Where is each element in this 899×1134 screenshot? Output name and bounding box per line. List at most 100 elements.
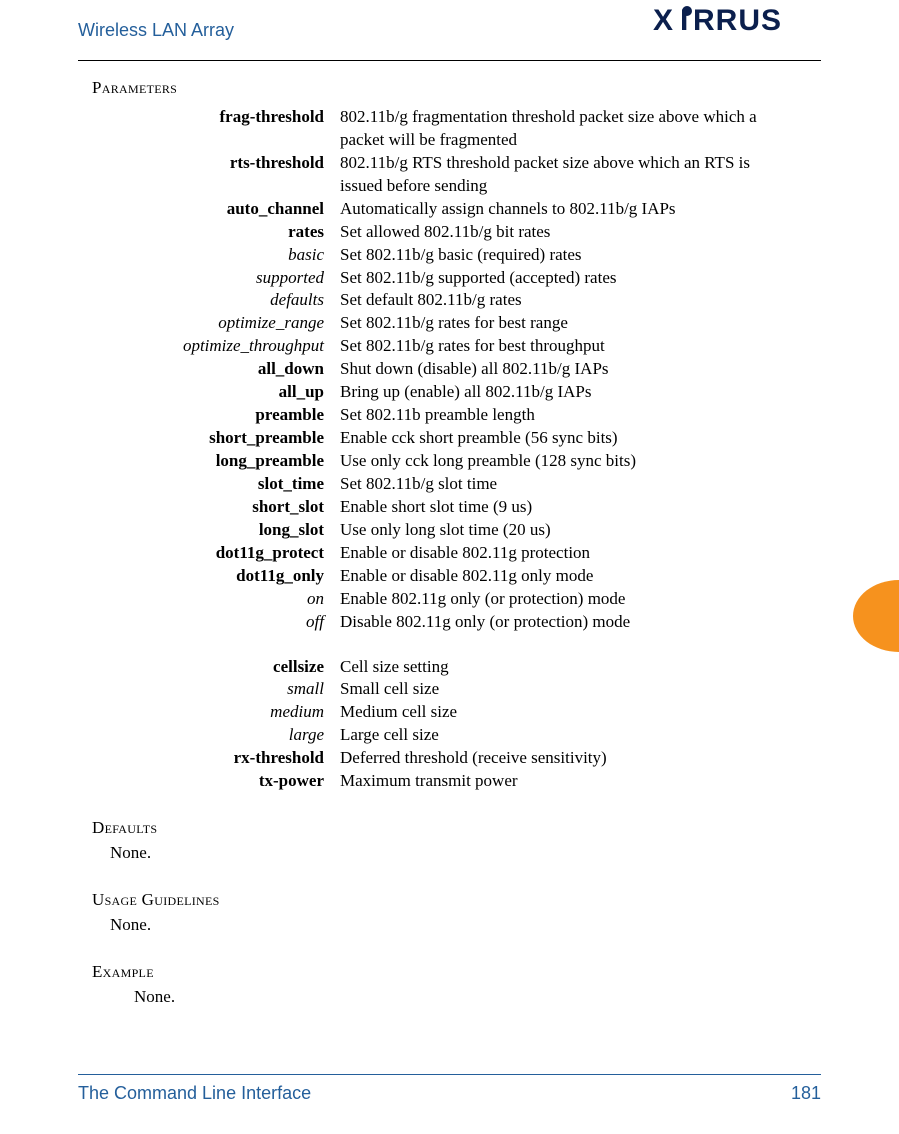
parameter-term: optimize_throughput [92, 335, 340, 358]
parameter-description: Set 802.11b/g rates for best throughput [340, 335, 792, 358]
parameter-description: Enable cck short preamble (56 sync bits) [340, 427, 792, 450]
parameter-term: optimize_range [92, 312, 340, 335]
parameter-term: off [92, 611, 340, 634]
parameter-term: all_up [92, 381, 340, 404]
parameter-row: smallSmall cell size [92, 678, 792, 701]
parameter-term: dot11g_protect [92, 542, 340, 565]
parameter-row: rts-threshold802.11b/g RTS threshold pac… [92, 152, 792, 198]
footer-page-number: 181 [791, 1081, 821, 1105]
parameter-row: slot_timeSet 802.11b/g slot time [92, 473, 792, 496]
page-footer: The Command Line Interface 181 [78, 1074, 821, 1106]
parameter-description: Enable short slot time (9 us) [340, 496, 792, 519]
parameter-description: Set 802.11b/g supported (accepted) rates [340, 267, 792, 290]
parameters-table: frag-threshold802.11b/g fragmentation th… [92, 106, 792, 793]
parameter-term: long_preamble [92, 450, 340, 473]
parameter-term: short_slot [92, 496, 340, 519]
parameter-term: supported [92, 267, 340, 290]
parameter-row: all_upBring up (enable) all 802.11b/g IA… [92, 381, 792, 404]
parameter-row: optimize_rangeSet 802.11b/g rates for be… [92, 312, 792, 335]
parameter-term: long_slot [92, 519, 340, 542]
parameter-description: Enable or disable 802.11g protection [340, 542, 792, 565]
parameter-description: Cell size setting [340, 656, 792, 679]
parameter-term: dot11g_only [92, 565, 340, 588]
parameter-term: large [92, 724, 340, 747]
parameter-description: Maximum transmit power [340, 770, 792, 793]
parameter-row: ratesSet allowed 802.11b/g bit rates [92, 221, 792, 244]
parameter-description: Enable or disable 802.11g only mode [340, 565, 792, 588]
parameter-description: Automatically assign channels to 802.11b… [340, 198, 792, 221]
example-value: None. [134, 986, 821, 1009]
parameter-row: offDisable 802.11g only (or protection) … [92, 611, 792, 634]
parameter-row: preambleSet 802.11b preamble length [92, 404, 792, 427]
parameter-row: dot11g_onlyEnable or disable 802.11g onl… [92, 565, 792, 588]
parameter-description: Deferred threshold (receive sensitivity) [340, 747, 792, 770]
parameter-row: dot11g_protectEnable or disable 802.11g … [92, 542, 792, 565]
parameter-description: 802.11b/g fragmentation threshold packet… [340, 106, 792, 152]
footer-section-title: The Command Line Interface [78, 1083, 311, 1103]
parameter-term: medium [92, 701, 340, 724]
parameter-row: auto_channelAutomatically assign channel… [92, 198, 792, 221]
parameter-term: short_preamble [92, 427, 340, 450]
parameter-term: defaults [92, 289, 340, 312]
parameter-description: Medium cell size [340, 701, 792, 724]
usage-heading: Usage Guidelines [92, 889, 821, 912]
parameter-row: largeLarge cell size [92, 724, 792, 747]
defaults-value: None. [110, 842, 821, 865]
parameter-row: all_downShut down (disable) all 802.11b/… [92, 358, 792, 381]
parameter-row: mediumMedium cell size [92, 701, 792, 724]
usage-value: None. [110, 914, 821, 937]
example-heading: Example [92, 961, 821, 984]
parameter-description: Small cell size [340, 678, 792, 701]
parameter-term: small [92, 678, 340, 701]
parameter-description: Shut down (disable) all 802.11b/g IAPs [340, 358, 792, 381]
parameter-description: 802.11b/g RTS threshold packet size abov… [340, 152, 792, 198]
parameter-description: Use only long slot time (20 us) [340, 519, 792, 542]
parameter-row: onEnable 802.11g only (or protection) mo… [92, 588, 792, 611]
parameter-description: Use only cck long preamble (128 sync bit… [340, 450, 792, 473]
parameter-row: tx-powerMaximum transmit power [92, 770, 792, 793]
parameter-term: on [92, 588, 340, 611]
parameters-heading: Parameters [92, 77, 821, 100]
parameter-term: preamble [92, 404, 340, 427]
parameter-term: basic [92, 244, 340, 267]
parameter-row: cellsizeCell size setting [92, 656, 792, 679]
footer-rule [78, 1074, 821, 1075]
parameter-term: all_down [92, 358, 340, 381]
parameter-description: Disable 802.11g only (or protection) mod… [340, 611, 792, 634]
page-header: Wireless LAN Array X I RRUS [0, 0, 899, 60]
parameter-term: rts-threshold [92, 152, 340, 198]
parameter-term: auto_channel [92, 198, 340, 221]
parameter-description: Large cell size [340, 724, 792, 747]
parameter-term: tx-power [92, 770, 340, 793]
parameter-row: rx-thresholdDeferred threshold (receive … [92, 747, 792, 770]
parameter-row: long_preambleUse only cck long preamble … [92, 450, 792, 473]
svg-text:X: X [653, 4, 673, 37]
parameter-description: Enable 802.11g only (or protection) mode [340, 588, 792, 611]
parameter-term: slot_time [92, 473, 340, 496]
parameter-description: Set 802.11b preamble length [340, 404, 792, 427]
parameter-term: cellsize [92, 656, 340, 679]
brand-logo: X I RRUS [653, 2, 821, 45]
parameter-description: Set 802.11b/g slot time [340, 473, 792, 496]
parameter-row: defaultsSet default 802.11b/g rates [92, 289, 792, 312]
xirrus-logo-icon: X I RRUS [653, 2, 821, 38]
parameter-description: Set 802.11b/g basic (required) rates [340, 244, 792, 267]
svg-text:RRUS: RRUS [693, 4, 782, 37]
page-title: Wireless LAN Array [78, 18, 234, 42]
parameter-row: optimize_throughputSet 802.11b/g rates f… [92, 335, 792, 358]
parameter-row: short_preambleEnable cck short preamble … [92, 427, 792, 450]
content-area: Parameters frag-threshold802.11b/g fragm… [0, 61, 899, 1009]
parameter-row: frag-threshold802.11b/g fragmentation th… [92, 106, 792, 152]
parameter-description: Set 802.11b/g rates for best range [340, 312, 792, 335]
parameter-row: long_slotUse only long slot time (20 us) [92, 519, 792, 542]
parameter-description: Set default 802.11b/g rates [340, 289, 792, 312]
parameter-row: short_slotEnable short slot time (9 us) [92, 496, 792, 519]
parameter-term: frag-threshold [92, 106, 340, 152]
parameter-description: Set allowed 802.11b/g bit rates [340, 221, 792, 244]
parameter-row: basicSet 802.11b/g basic (required) rate… [92, 244, 792, 267]
parameter-term: rates [92, 221, 340, 244]
defaults-heading: Defaults [92, 817, 821, 840]
parameter-row: supportedSet 802.11b/g supported (accept… [92, 267, 792, 290]
svg-text:I: I [680, 4, 688, 37]
parameter-term: rx-threshold [92, 747, 340, 770]
